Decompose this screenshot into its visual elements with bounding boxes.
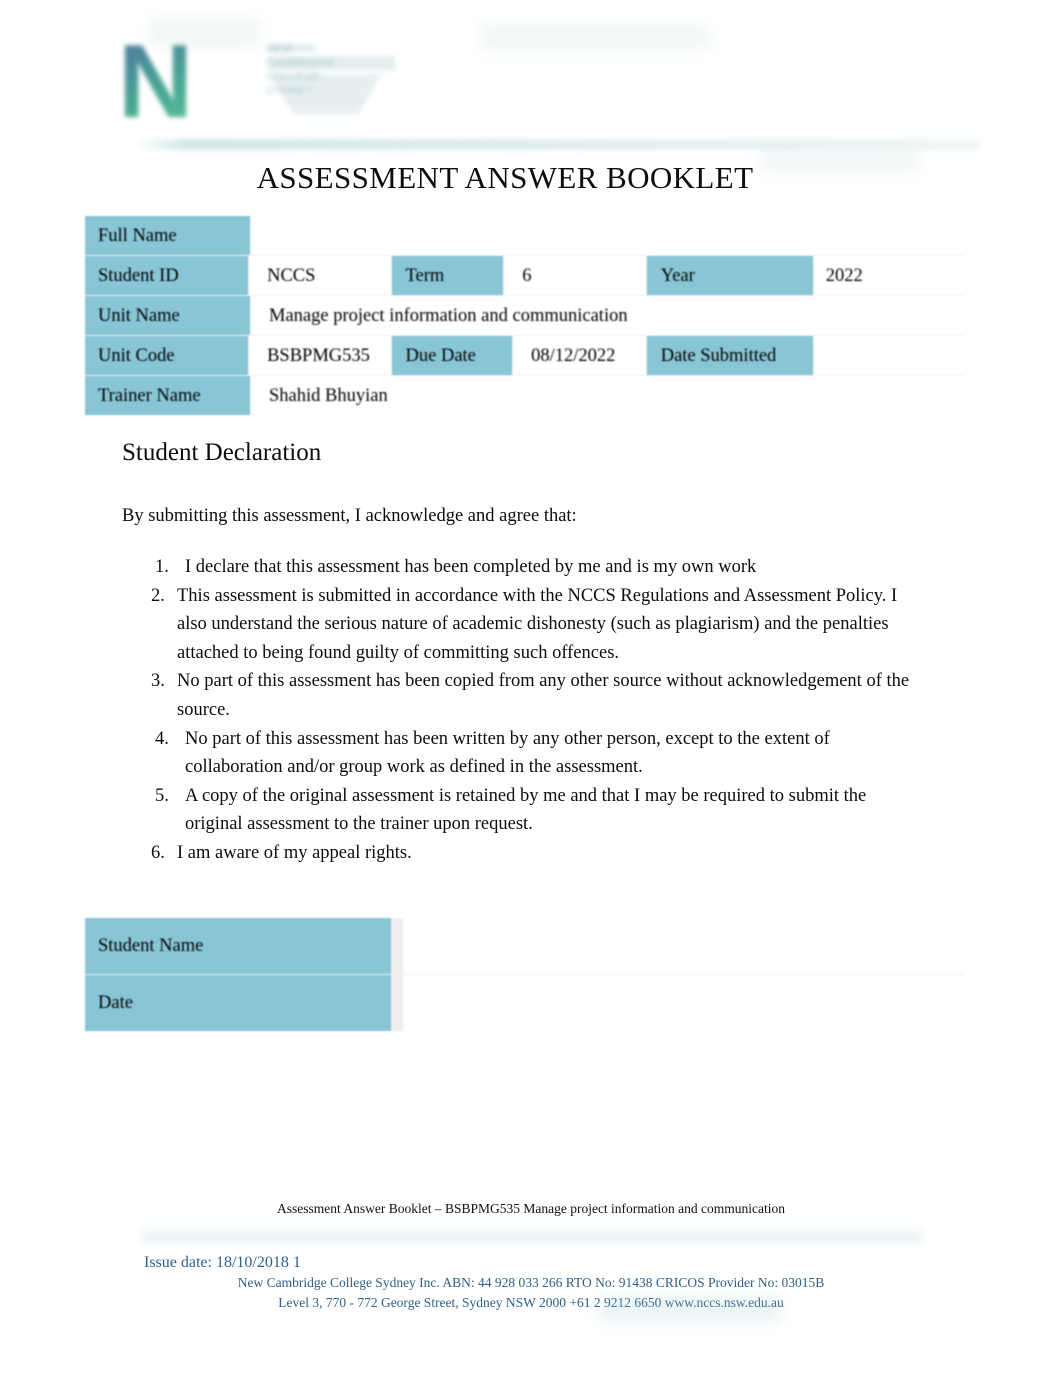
document-header: N NEW CAMBRIDGE COLLEGE SYDNEY [0, 0, 1062, 172]
value-date-submitted[interactable] [813, 336, 965, 375]
table-row-date: Date [85, 975, 965, 1031]
list-item-text: I declare that this assessment has been … [185, 557, 757, 577]
list-item: 2. This assessment is submitted in accor… [151, 582, 915, 668]
header-smudge-2 [480, 24, 710, 50]
label-unit-name: Unit Name [85, 296, 250, 335]
list-item: 4. No part of this assessment has been w… [155, 725, 915, 782]
value-year[interactable]: 2022 [813, 256, 965, 295]
student-info-table: Full Name Student ID NCCS Term 6 Year 20… [85, 216, 965, 415]
value-full-name[interactable] [251, 216, 965, 255]
list-item: 6. I am aware of my appeal rights. [151, 839, 915, 868]
list-item-number: 3. [151, 671, 165, 692]
signature-table: Student Name Date [85, 918, 965, 1031]
list-item-text: This assessment is submitted in accordan… [177, 585, 898, 663]
footer-smudge [600, 1296, 780, 1322]
label-term: Term [391, 256, 504, 295]
logo-wordmark: NEW CAMBRIDGE COLLEGE SYDNEY [266, 43, 336, 97]
list-item-number: 4. [155, 728, 169, 749]
label-unit-code: Unit Code [85, 336, 249, 375]
label-full-name: Full Name [85, 216, 250, 255]
footer-address-line-1: New Cambridge College Sydney Inc. ABN: 4… [237, 1275, 825, 1290]
label-student-id: Student ID [85, 256, 249, 295]
declaration-list: 1. I declare that this assessment has be… [151, 553, 915, 868]
list-item-text: I am aware of my appeal rights. [177, 842, 412, 863]
list-item-number: 5. [155, 785, 169, 806]
list-item: 3. No part of this assessment has been c… [151, 667, 915, 724]
footer-address-line-2: Level 3, 770 - 772 George Street, Sydney… [278, 1295, 784, 1310]
value-unit-code[interactable]: BSBPMG535 [249, 336, 391, 375]
list-item-text: No part of this assessment has been writ… [185, 728, 830, 778]
value-student-id[interactable]: NCCS [249, 256, 391, 295]
label-year: Year [646, 256, 813, 295]
table-row-student-id: Student ID NCCS Term 6 Year 2022 [85, 256, 965, 295]
table-row-trainer-name: Trainer Name Shahid Bhuyian [85, 376, 965, 415]
footer-divider [142, 1231, 922, 1243]
value-trainer-name[interactable]: Shahid Bhuyian [251, 376, 965, 415]
nccs-logo: N NEW CAMBRIDGE COLLEGE SYDNEY [118, 24, 408, 140]
declaration-intro: By submitting this assessment, I acknowl… [122, 506, 577, 526]
value-unit-name[interactable]: Manage project information and communica… [251, 296, 965, 335]
footer-address: New Cambridge College Sydney Inc. ABN: 4… [0, 1273, 1062, 1313]
list-item: 5. A copy of the original assessment is … [155, 782, 915, 839]
list-item-number: 2. [151, 585, 165, 606]
value-due-date[interactable]: 08/12/2022 [513, 336, 646, 375]
logo-letter-n-icon: N [118, 24, 193, 140]
value-term[interactable]: 6 [504, 256, 646, 295]
list-item-text: No part of this assessment has been copi… [177, 671, 910, 720]
list-item-number: 6. [151, 842, 165, 863]
list-item-number: 1. [155, 557, 169, 577]
value-date[interactable] [403, 975, 965, 1031]
footer-issue-date: Issue date: 18/10/2018 1 [144, 1254, 301, 1271]
label-date: Date [85, 975, 391, 1031]
list-item-text: A copy of the original assessment is ret… [185, 785, 867, 835]
label-date-submitted: Date Submitted [646, 336, 813, 375]
table-row-unit-code: Unit Code BSBPMG535 Due Date 08/12/2022 … [85, 336, 965, 375]
table-row-full-name: Full Name [85, 216, 965, 255]
section-heading-student-declaration: Student Declaration [122, 439, 322, 466]
header-divider [135, 139, 980, 150]
value-student-name[interactable] [403, 918, 965, 974]
list-item: 1. I declare that this assessment has be… [155, 553, 915, 582]
document-page: N NEW CAMBRIDGE COLLEGE SYDNEY ASSESSMEN… [0, 0, 1062, 1377]
table-row-unit-name: Unit Name Manage project information and… [85, 296, 965, 335]
footer-running-text: Assessment Answer Booklet – BSBPMG535 Ma… [276, 1201, 786, 1216]
label-due-date: Due Date [391, 336, 513, 375]
table-row-student-name: Student Name [85, 918, 965, 974]
label-trainer-name: Trainer Name [85, 376, 250, 415]
page-title: ASSESSMENT ANSWER BOOKLET [256, 160, 754, 195]
label-student-name: Student Name [85, 918, 391, 974]
